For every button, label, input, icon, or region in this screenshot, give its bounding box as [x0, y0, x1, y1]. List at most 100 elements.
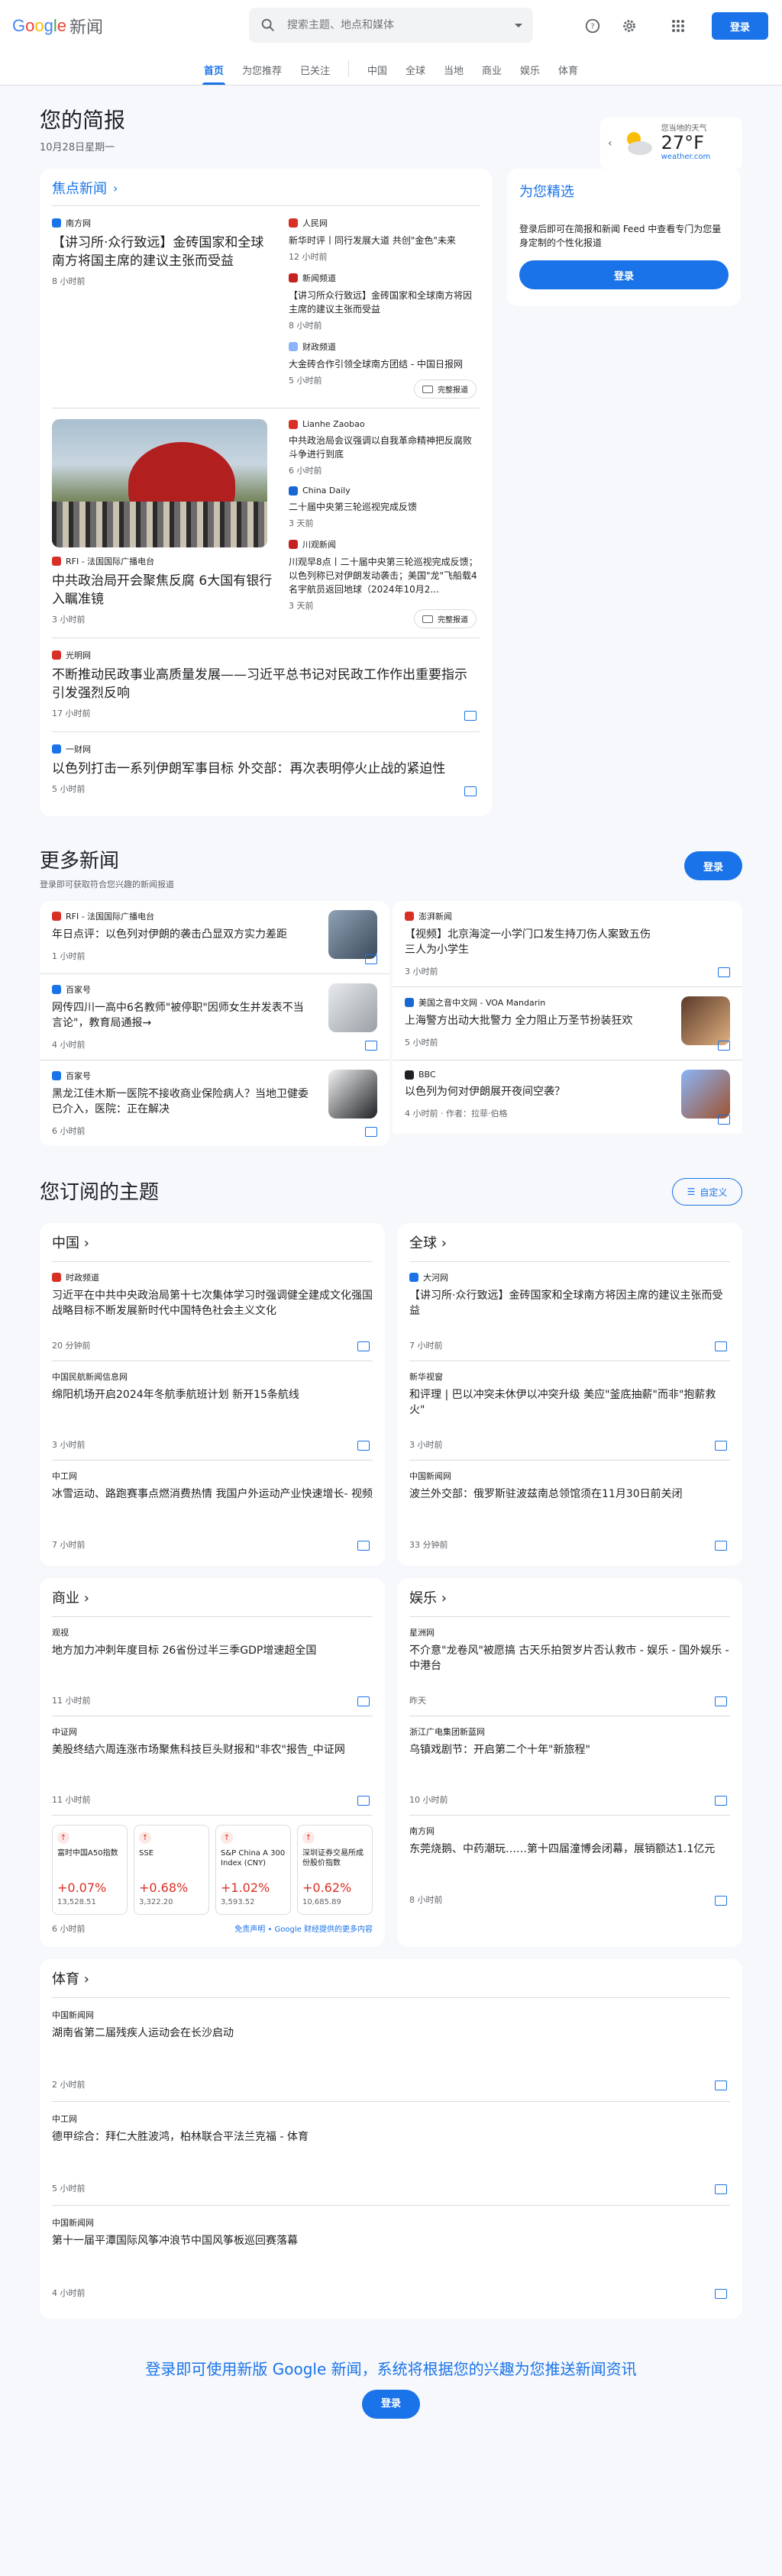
news-item[interactable]: RFI - 法国国际广播电台 年日点评：以色列对伊朗的袭击凸显双方实力差距 1 …	[40, 901, 389, 974]
login-button[interactable]: 登录	[711, 12, 768, 40]
stock-ticker[interactable]: ↑ SSE +0.68% 3,322.20	[134, 1825, 209, 1915]
tab-china[interactable]: 中国	[358, 63, 396, 85]
full-coverage-icon[interactable]	[365, 954, 377, 964]
sub-article[interactable]: 人民网 新华时评丨同行发展大道 共创"金色"未来 12 小时前	[289, 217, 480, 263]
settings-gear-icon[interactable]	[614, 11, 645, 41]
apps-grid-icon[interactable]	[663, 11, 693, 41]
full-coverage-icon[interactable]	[464, 786, 477, 796]
topic-item[interactable]: 中国新闻网 湖南省第二届残疾人运动会在长沙启动 2 小时前	[52, 1998, 730, 2102]
chevron-left-icon[interactable]: ‹	[608, 137, 612, 150]
topic-title-link[interactable]: 商业 ›	[52, 1587, 373, 1617]
topic-item[interactable]: 中国新闻网 波兰外交部：俄罗斯驻波兹南总领馆须在11月30日前关闭 33 分钟前	[409, 1461, 730, 1560]
topic-item[interactable]: 时政频道 习近平在中共中央政治局第十七次集体学习时强调健全建成文化强国战略目标不断…	[52, 1262, 373, 1361]
full-coverage-icon[interactable]	[715, 1896, 727, 1906]
for-you-login-button[interactable]: 登录	[519, 260, 729, 289]
news-item[interactable]: BBC 以色列为何对伊朗展开夜间空袭？ 4 小时前 · 作者：拉菲·伯格	[393, 1060, 742, 1134]
full-coverage-icon[interactable]	[357, 1441, 370, 1451]
sub-article[interactable]: China Daily 二十届中央第三轮巡视完成反馈 3 天前	[289, 486, 480, 529]
stock-ticker[interactable]: ↑ 富时中国A50指数 +0.07% 13,528.51	[52, 1825, 128, 1915]
google-news-logo[interactable]: Google 新闻	[12, 14, 103, 38]
tab-business[interactable]: 商业	[473, 63, 511, 85]
news-thumbnail[interactable]	[328, 1070, 377, 1119]
sub-article[interactable]: 川观新闻 川观早8点丨二十届中央第三轮巡视完成反馈；以色列称已对伊朗发动袭击；美…	[289, 538, 480, 612]
news-item[interactable]: 澎湃新闻 【视频】北京海淀一小学门口发生持刀伤人案致五伤 三人为小学生 3 小时…	[393, 901, 742, 987]
news-thumbnail[interactable]	[328, 910, 377, 959]
arrow-up-icon: ↑	[221, 1832, 233, 1844]
chevron-right-icon: ›	[83, 1590, 89, 1606]
search-dropdown-icon[interactable]	[515, 23, 522, 27]
full-coverage-icon[interactable]	[715, 1441, 727, 1451]
topic-item[interactable]: 新华视窗 和评理 | 巴以冲突未休伊以冲突升级 美应"釜底抽薪"而非"抱薪救火" 3…	[409, 1361, 730, 1461]
news-thumbnail[interactable]	[681, 996, 730, 1045]
full-coverage-icon[interactable]	[715, 1341, 727, 1351]
headline-title[interactable]: 以色列打击一系列伊朗军事目标 外交部：再次表明停火止战的紧迫性	[52, 760, 480, 778]
topic-title-link[interactable]: 中国 ›	[52, 1232, 373, 1262]
news-item[interactable]: 百家号 黑龙江佳木斯一医院不接收商业保险病人？当地卫健委已介入，医院：正在解决 …	[40, 1060, 389, 1146]
full-coverage-icon[interactable]	[365, 1041, 377, 1051]
full-coverage-icon[interactable]	[715, 1696, 727, 1706]
news-thumbnail[interactable]	[681, 1070, 730, 1119]
topic-item[interactable]: 中证网 美股终结六周连涨市场聚焦科技巨头财报和"非农"报告_中证网 11 小时前	[52, 1716, 373, 1816]
topic-item[interactable]: 观视 地方加力冲刺年度目标 26省份过半三季GDP增速超全国 11 小时前	[52, 1617, 373, 1716]
topic-item[interactable]: 中工网 冰雪运动、路跑赛事点燃消费热情 我国户外运动产业快速增长- 视频 7 小时前	[52, 1461, 373, 1560]
full-coverage-icon[interactable]	[715, 1541, 727, 1551]
topic-item[interactable]: 星洲网 不介意"龙卷风"被愿搞 古天乐拍贺岁片否认救市 - 娱乐 - 国外娱乐 -…	[409, 1617, 730, 1716]
sub-article[interactable]: Lianhe Zaobao 中共政治局会议强调以自我革命精神把反腐败斗争进行到底…	[289, 419, 480, 476]
search-input[interactable]	[287, 19, 515, 31]
topic-title-link[interactable]: 全球 ›	[409, 1232, 730, 1262]
news-item[interactable]: 美国之音中文网 - VOA Mandarin 上海警方出动大批警力 全力阻止万圣…	[393, 987, 742, 1060]
full-coverage-icon[interactable]	[718, 1041, 730, 1051]
headline-title[interactable]: 中共政治局开会聚焦反腐 6大国有银行入瞩准镜	[52, 572, 273, 608]
story-item[interactable]: 光明网 不断推动民政事业高质量发展——习近平总书记对民政工作作出重要指示引发强烈…	[52, 638, 480, 732]
news-thumbnail[interactable]	[328, 983, 377, 1032]
story-item[interactable]: 一财网 以色列打击一系列伊朗军事目标 外交部：再次表明停火止战的紧迫性 5 小时…	[52, 732, 480, 807]
headline-title[interactable]: 【讲习所·众行致远】金砖国家和全球南方将国主席的建议主张而受益	[52, 234, 273, 270]
full-coverage-icon[interactable]	[357, 1341, 370, 1351]
news-photo[interactable]	[52, 419, 267, 547]
publisher-logo-icon	[52, 218, 61, 228]
stock-ticker[interactable]: ↑ S&P China A 300 Index (CNY) +1.02% 3,593.…	[215, 1825, 291, 1915]
tab-local[interactable]: 当地	[435, 63, 473, 85]
topic-item[interactable]: 中国民航新闻信息网 绵阳机场开启2024年冬航季航班计划 新开15条航线 3 小时前	[52, 1361, 373, 1461]
tab-home[interactable]: 首页	[195, 63, 233, 85]
full-coverage-icon[interactable]	[718, 967, 730, 977]
weather-source-link[interactable]: weather.com	[661, 153, 711, 161]
full-coverage-icon[interactable]	[715, 1796, 727, 1806]
finance-disclaimer-link[interactable]: 免责声明 • Google 财经提供的更多内容	[234, 1922, 373, 1935]
topic-item[interactable]: 浙江广电集团新蓝网 乌镇戏剧节：开启第二个十年"新旅程" 10 小时前	[409, 1716, 730, 1816]
full-coverage-icon[interactable]	[357, 1696, 370, 1706]
full-coverage-icon[interactable]	[357, 1796, 370, 1806]
full-coverage-icon[interactable]	[715, 2184, 727, 2194]
full-coverage-button[interactable]: 完整报道	[414, 379, 477, 399]
topic-title-link[interactable]: 体育 ›	[52, 1968, 730, 1998]
full-coverage-icon[interactable]	[718, 1115, 730, 1125]
stock-ticker[interactable]: ↑ 深圳证券交易所成份股价指数 +0.62% 10,685.89	[297, 1825, 373, 1915]
topic-item[interactable]: 大河网 【讲习所·众行致远】金砖国家和全球南方将因主席的建议主张而受益 7 小时前	[409, 1262, 730, 1361]
help-icon[interactable]: ?	[577, 11, 608, 41]
full-coverage-icon[interactable]	[365, 1127, 377, 1137]
tab-sports[interactable]: 体育	[549, 63, 587, 85]
topic-item[interactable]: 南方网 东莞烧鹅、中药潮玩……第十四届潼博会闭幕，展销额达1.1亿元 8 小时前	[409, 1816, 730, 1915]
top-stories-link[interactable]: 焦点新闻 ›	[52, 178, 480, 206]
weather-widget[interactable]: ‹ 您当地的天气 27°F weather.com	[600, 118, 742, 169]
tab-world[interactable]: 全球	[396, 63, 435, 85]
full-coverage-icon[interactable]	[357, 1541, 370, 1551]
full-coverage-icon[interactable]	[715, 2080, 727, 2090]
news-item[interactable]: 百家号 网传四川一高中6名教师"被停职"因师女生并发表不当言论"，教育局通报→ …	[40, 974, 389, 1060]
topic-item[interactable]: 中工网 德甲综合：拜仁大胜波鸿，柏林联合平法兰克福 - 体育 5 小时前	[52, 2102, 730, 2206]
headline-title[interactable]: 不断推动民政事业高质量发展——习近平总书记对民政工作作出重要指示引发强烈反响	[52, 666, 480, 702]
tab-following[interactable]: 已关注	[291, 63, 339, 85]
search-box[interactable]	[249, 8, 533, 43]
publisher-logo-icon	[289, 342, 298, 351]
full-coverage-icon[interactable]	[715, 2289, 727, 2299]
tab-entertainment[interactable]: 娱乐	[511, 63, 549, 85]
topic-item[interactable]: 中国新闻网 第十一届平潭国际风筝冲浪节中国风筝板巡回赛落幕 4 小时前	[52, 2206, 730, 2310]
customize-button[interactable]: ☰ 自定义	[672, 1178, 742, 1206]
tab-for-you[interactable]: 为您推荐	[233, 63, 291, 85]
full-coverage-button[interactable]: 完整报道	[414, 609, 477, 628]
full-coverage-icon[interactable]	[464, 711, 477, 721]
footer-login-button[interactable]: 登录	[362, 2390, 420, 2419]
topic-title-link[interactable]: 娱乐 ›	[409, 1587, 730, 1617]
sub-article[interactable]: 新闻频道 【讲习所众行致远】金砖国家和全球南方将因主席的建议主张而受益 8 小时…	[289, 272, 480, 331]
more-news-login-button[interactable]: 登录	[684, 851, 742, 880]
